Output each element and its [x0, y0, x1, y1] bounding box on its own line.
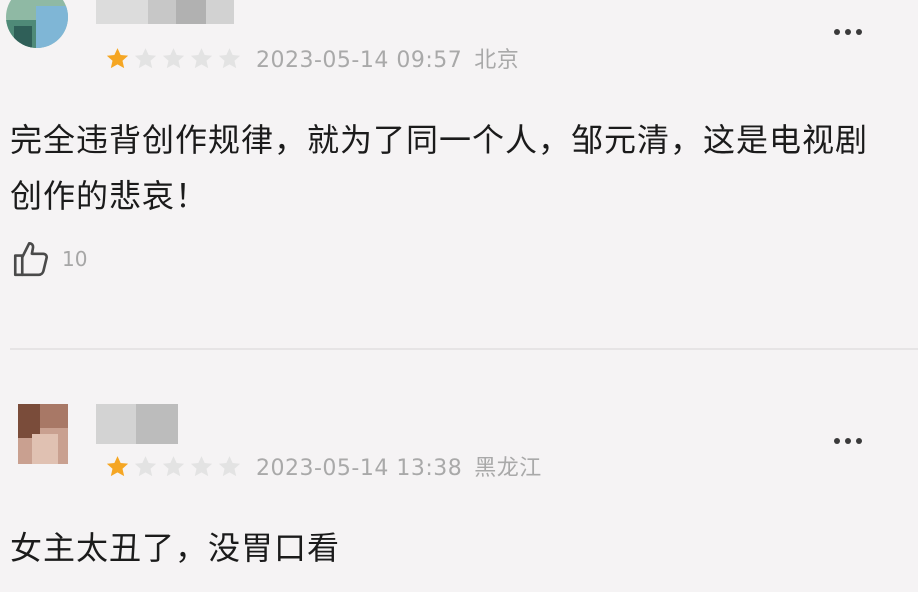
comment-datetime: 2023-05-14 13:38: [256, 456, 463, 481]
comment-location: 北京: [474, 48, 520, 73]
star-filled-icon: [105, 454, 130, 479]
username-blurred[interactable]: [96, 404, 178, 444]
star-empty-icon: [217, 46, 242, 71]
comment-meta: 2023-05-14 09:57 北京: [105, 42, 519, 74]
thumbs-up-icon[interactable]: [10, 238, 52, 280]
more-options-icon[interactable]: [834, 438, 862, 444]
star-empty-icon: [133, 46, 158, 71]
comment-item: 2023-05-14 09:57 北京 完全违背创作规律，就为了同一个人，邹元清，…: [0, 0, 918, 346]
username-blurred[interactable]: [96, 0, 234, 24]
like-count: 10: [62, 247, 88, 271]
star-filled-icon: [105, 46, 130, 71]
star-rating: [105, 454, 242, 479]
star-empty-icon: [189, 454, 214, 479]
comment-text: 女主太丑了，没胃口看: [10, 529, 341, 567]
comment-datetime: 2023-05-14 09:57: [256, 48, 463, 73]
like-button[interactable]: 10: [10, 238, 87, 280]
star-empty-icon: [161, 46, 186, 71]
comment-meta: 2023-05-14 13:38 黑龙江: [105, 450, 542, 482]
comment-item: 2023-05-14 13:38 黑龙江 女主太丑了，没胃口看: [0, 352, 918, 592]
divider: [10, 348, 918, 350]
star-rating: [105, 46, 242, 71]
star-empty-icon: [217, 454, 242, 479]
comment-location: 黑龙江: [474, 456, 542, 481]
more-options-icon[interactable]: [834, 29, 862, 35]
star-empty-icon: [189, 46, 214, 71]
avatar[interactable]: [6, 0, 68, 48]
avatar[interactable]: [18, 404, 68, 464]
star-empty-icon: [161, 454, 186, 479]
comment-text: 完全违背创作规律，就为了同一个人，邹元清，这是电视剧创作的悲哀！: [10, 121, 869, 215]
star-empty-icon: [133, 454, 158, 479]
